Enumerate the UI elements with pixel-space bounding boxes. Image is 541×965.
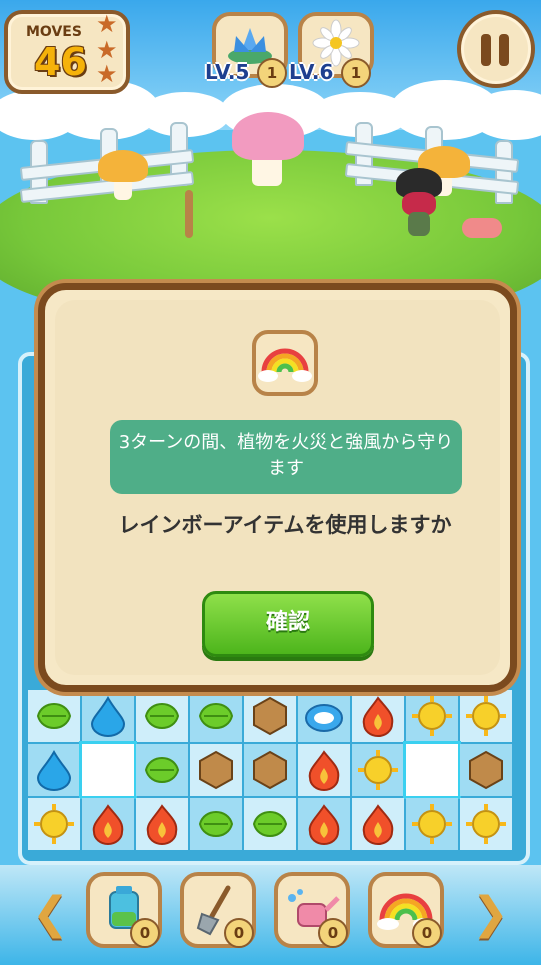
tool-count-badge: 0 (318, 918, 348, 948)
fire-gem-icon (86, 802, 130, 846)
board-tile[interactable] (190, 798, 242, 850)
board-tile[interactable] (79, 741, 137, 799)
fire-gem-icon (140, 802, 184, 846)
worm-creature (462, 218, 502, 238)
board-tile[interactable] (190, 690, 242, 742)
leaf-gem-icon (248, 802, 292, 846)
item-description: 3ターンの間、植物を火災と強風から守ります (110, 420, 462, 494)
board-tile[interactable] (298, 798, 350, 850)
water-gem-icon (86, 694, 130, 738)
sun-gem-icon (464, 802, 508, 846)
tool-count-badge: 0 (224, 918, 254, 948)
board-tile[interactable] (28, 744, 80, 796)
goal-count-badge: 1 (341, 58, 371, 88)
board-tile[interactable] (460, 798, 512, 850)
sprout-creature (182, 190, 196, 238)
chevron-right-icon[interactable]: ❯ (472, 888, 509, 939)
nut-gem-icon (464, 748, 508, 792)
cloud-gem-icon (302, 694, 346, 738)
chevron-left-icon[interactable]: ❮ (32, 888, 69, 939)
board-tile[interactable] (244, 744, 296, 796)
leaf-gem-icon (194, 802, 238, 846)
pause-button[interactable] (457, 10, 535, 88)
board-tile[interactable] (136, 798, 188, 850)
leaf-gem-icon (140, 748, 184, 792)
board-tile[interactable] (298, 744, 350, 796)
board-tile[interactable] (244, 690, 296, 742)
water-gem-icon (32, 748, 76, 792)
board-tile[interactable] (28, 798, 80, 850)
star-icon: ★ (96, 10, 118, 38)
fire-gem-icon (356, 802, 400, 846)
sun-gem-icon (410, 802, 454, 846)
board-tile[interactable] (352, 798, 404, 850)
board-tile[interactable] (244, 798, 296, 850)
board-tile[interactable] (352, 744, 404, 796)
rainbow-icon (258, 348, 312, 382)
board-tile[interactable] (406, 798, 458, 850)
pause-icon (481, 34, 491, 66)
goal-level-label: LV.5 (205, 60, 250, 84)
nut-gem-icon (248, 694, 292, 738)
character-sprite (392, 168, 452, 238)
item-toolbar (0, 865, 541, 965)
board-tile[interactable] (190, 744, 242, 796)
fire-gem-icon (302, 802, 346, 846)
board-tile[interactable] (28, 690, 80, 742)
board-tile[interactable] (352, 690, 404, 742)
board-tile[interactable] (406, 690, 458, 742)
fire-gem-icon (302, 748, 346, 792)
nut-gem-icon (248, 748, 292, 792)
board-tile[interactable] (298, 690, 350, 742)
confirm-question: レインボーアイテムを使用しますか (118, 513, 452, 537)
moves-label: MOVES (26, 24, 82, 40)
board-tile[interactable] (82, 798, 134, 850)
fire-gem-icon (356, 694, 400, 738)
sun-gem-icon (32, 802, 76, 846)
star-icon: ★ (96, 60, 118, 88)
nut-gem-icon (194, 748, 238, 792)
board-tile[interactable] (136, 690, 188, 742)
tool-count-badge: 0 (412, 918, 442, 948)
leaf-gem-icon (194, 694, 238, 738)
leaf-gem-icon (32, 694, 76, 738)
sun-gem-icon (464, 694, 508, 738)
dialog-item-icon (252, 330, 318, 396)
board-tile[interactable] (460, 744, 512, 796)
tool-count-badge: 0 (130, 918, 160, 948)
sun-gem-icon (410, 694, 454, 738)
goal-count-badge: 1 (257, 58, 287, 88)
item-confirm-dialog: 3ターンの間、植物を火災と強風から守ります レインボーアイテムを使用しますか 確… (38, 283, 517, 692)
confirm-button[interactable]: 確認 (202, 591, 374, 657)
sun-gem-icon (356, 748, 400, 792)
board-tile[interactable] (82, 690, 134, 742)
board-tile[interactable] (403, 741, 461, 799)
moves-value: 46 (34, 40, 87, 84)
star-icon: ★ (96, 36, 118, 64)
board-tile[interactable] (136, 744, 188, 796)
goal-level-label: LV.6 (289, 60, 334, 84)
leaf-gem-icon (140, 694, 184, 738)
board-tile[interactable] (460, 690, 512, 742)
